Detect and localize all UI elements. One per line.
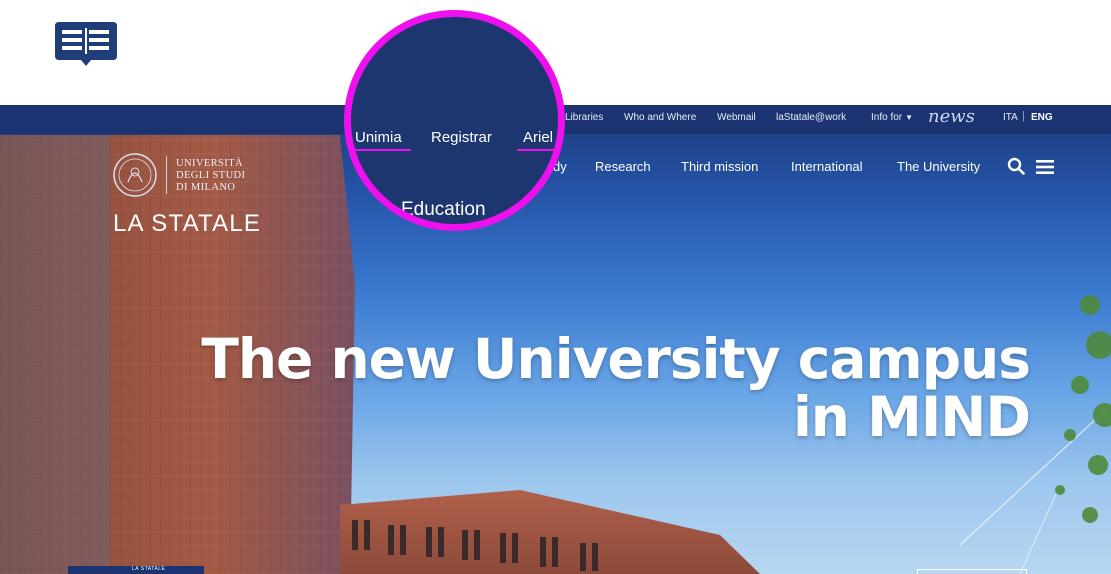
utility-link-info-for[interactable]: Info for ▼ [871,112,913,123]
news-badge[interactable]: LA STATALE [68,566,204,574]
hero-headline-line-2: in MIND [792,385,1031,449]
logo-wordmark[interactable]: LA STATALE [113,210,261,238]
news-badge-label: LA STATALE [132,566,166,572]
logo-divider [166,156,167,194]
utility-link-who-and-where[interactable]: Who and Where [624,112,696,123]
university-seal-icon[interactable] [112,152,158,198]
news-link[interactable]: news [928,106,975,127]
nav-item-international[interactable]: International [791,159,863,174]
magnified-link-ariel[interactable]: Ariel [523,129,553,146]
page: Libraries Who and Where Webmail laStatal… [0,0,1111,574]
utility-link-webmail[interactable]: Webmail [717,112,756,123]
utility-link-lastatale-work[interactable]: laStatale@work [776,112,846,123]
logo-text-line-1: UNIVERSITÀ [176,158,243,169]
nav-item-the-university[interactable]: The University [897,159,980,174]
hero-headline[interactable]: The new University campus in MIND [150,327,1031,449]
slide-control-box[interactable] [917,569,1027,574]
language-eng[interactable]: ENG [1031,112,1053,123]
hero-headline-line-1: The new University campus [201,327,1031,391]
book-reader-icon [55,22,117,66]
annotation-underline-ariel [517,149,558,151]
language-separator: | [1022,110,1025,122]
nav-item-research[interactable]: Research [595,159,651,174]
magnified-link-unimia[interactable]: Unimia [355,129,402,146]
search-icon[interactable] [1007,157,1025,175]
magnifier-callout: Unimia Registrar Ariel Education [344,10,565,231]
annotation-underline-unimia [355,149,411,151]
language-ita[interactable]: ITA [1003,112,1018,123]
hamburger-menu-icon[interactable] [1036,160,1054,174]
magnified-link-registrar[interactable]: Registrar [431,129,492,146]
magnified-nav-education[interactable]: Education [401,199,486,221]
caret-down-icon: ▼ [905,113,914,122]
utility-link-libraries[interactable]: Libraries [565,112,603,123]
logo-text-line-2: DEGLI STUDI [176,170,246,181]
nav-item-third-mission[interactable]: Third mission [681,159,758,174]
logo-text-line-3: DI MILANO [176,182,236,193]
